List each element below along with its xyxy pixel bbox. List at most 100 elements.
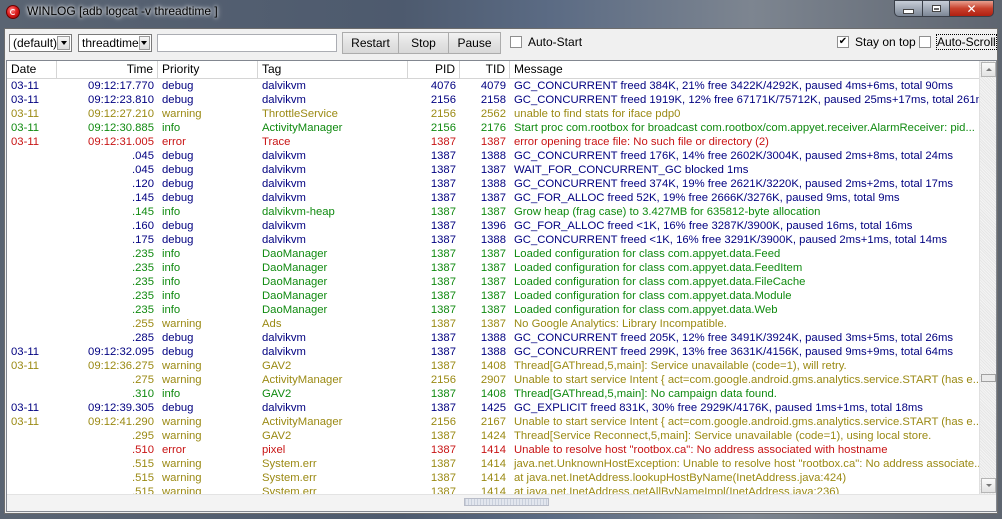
log-row[interactable]: 03-11 09:12:32.095 debug dalvikvm 1387 1388 GC… [7, 345, 980, 359]
log-row[interactable]: .295 warning GAV2 1387 1424 Thread[Service Re… [7, 429, 980, 443]
horizontal-scrollbar[interactable] [7, 494, 996, 511]
format-dropdown[interactable]: threadtime [78, 34, 152, 52]
cell-time: 09:12:17.770 [88, 80, 154, 92]
close-button[interactable]: ✕ [950, 0, 994, 17]
column-tid[interactable]: TID [460, 61, 510, 78]
title-bar[interactable]: WINLOG [adb logcat -v threadtime ] ✕ [0, 0, 1002, 26]
cell-tag: dalvikvm [262, 234, 306, 246]
column-message[interactable]: Message [510, 61, 980, 78]
maximize-button[interactable] [923, 0, 950, 17]
log-row[interactable]: .235 info DaoManager 1387 1387 Loaded configu… [7, 303, 980, 317]
log-row[interactable]: 03-11 09:12:31.005 error Trace 1387 1387 error… [7, 135, 980, 149]
cell-priority: error [162, 444, 186, 456]
cell-date [7, 303, 57, 317]
cell-time: 09:12:36.275 [88, 360, 154, 372]
vertical-scroll-thumb[interactable] [981, 374, 996, 382]
log-row[interactable]: .515 warning System.err 1387 1414 java.net.Un… [7, 457, 980, 471]
column-date[interactable]: Date [7, 61, 57, 78]
cell-tag: DaoManager [262, 248, 328, 260]
auto-start-label: Auto-Start [528, 35, 583, 49]
cell-date [7, 177, 57, 191]
log-row[interactable]: .045 debug dalvikvm 1387 1388 GC_CONCURRENT f… [7, 149, 980, 163]
column-time[interactable]: Time [57, 61, 158, 78]
column-pid[interactable]: PID [408, 61, 460, 78]
filter-dropdown[interactable]: (default) [9, 34, 72, 52]
cell-message: GC_FOR_ALLOC freed <1K, 16% free 3287K/3… [514, 220, 913, 232]
column-priority[interactable]: Priority [158, 61, 258, 78]
chevron-down-icon[interactable] [57, 36, 70, 50]
cell-message: at java.net.InetAddress.lookupHostByName… [514, 472, 847, 484]
cell-pid: 2156 [430, 374, 456, 386]
cell-time: .160 [132, 220, 154, 232]
cell-time: .175 [132, 234, 154, 246]
log-row[interactable]: .045 debug dalvikvm 1387 1387 WAIT_FOR_CONCUR… [7, 163, 980, 177]
cell-time: 09:12:32.095 [88, 346, 154, 358]
log-row[interactable]: .145 info dalvikvm-heap 1387 1387 Grow heap (… [7, 205, 980, 219]
log-row[interactable]: .310 info GAV2 1387 1408 Thread[GAThread,5,ma… [7, 387, 980, 401]
cell-date [7, 219, 57, 233]
chevron-down-icon[interactable] [138, 36, 150, 50]
cell-priority: warning [162, 416, 202, 428]
log-row[interactable]: .285 debug dalvikvm 1387 1388 GC_CONCURRENT f… [7, 331, 980, 345]
pause-button[interactable]: Pause [448, 32, 501, 54]
cell-tid: 2167 [480, 416, 506, 428]
horizontal-scroll-thumb[interactable] [464, 498, 549, 506]
cell-tag: ActivityManager [262, 416, 343, 428]
vertical-scrollbar[interactable] [979, 61, 996, 494]
auto-start-box[interactable] [510, 36, 522, 48]
cell-tid: 1408 [480, 360, 506, 372]
cell-tag: DaoManager [262, 304, 328, 316]
log-row[interactable]: .160 debug dalvikvm 1387 1396 GC_FOR_ALLOC fr… [7, 219, 980, 233]
cell-tid: 1414 [480, 472, 506, 484]
log-list[interactable]: Date Time Priority Tag PID TID Message 0… [6, 60, 997, 512]
log-row[interactable]: .235 info DaoManager 1387 1387 Loaded configu… [7, 247, 980, 261]
log-row[interactable]: 03-11 09:12:27.210 warning ThrottleService 2… [7, 107, 980, 121]
cell-time: .045 [132, 164, 154, 176]
cell-tid: 1388 [480, 346, 506, 358]
log-row[interactable]: .120 debug dalvikvm 1387 1388 GC_CONCURRENT f… [7, 177, 980, 191]
app-logo-icon [6, 5, 20, 19]
log-row[interactable]: .235 info DaoManager 1387 1387 Loaded configu… [7, 275, 980, 289]
scroll-up-icon[interactable] [981, 62, 996, 77]
auto-scroll-checkbox[interactable]: Auto-Scroll [919, 34, 997, 50]
cell-tag: dalvikvm [262, 402, 306, 414]
log-row[interactable]: .255 warning Ads 1387 1387 No Google Analytic… [7, 317, 980, 331]
cell-tid: 2158 [480, 94, 506, 106]
cell-priority: warning [162, 108, 202, 120]
checkmark-icon[interactable]: ✔ [837, 36, 849, 48]
log-row[interactable]: 03-11 09:12:23.810 debug dalvikvm 2156 2158 GC… [7, 93, 980, 107]
search-input[interactable] [157, 34, 337, 52]
cell-time: .235 [132, 290, 154, 302]
cell-tag: ActivityManager [262, 122, 343, 134]
column-tag[interactable]: Tag [258, 61, 408, 78]
cell-pid: 1387 [430, 346, 456, 358]
log-row[interactable]: .275 warning ActivityManager 2156 2907 Unable… [7, 373, 980, 387]
log-row[interactable]: 03-11 09:12:30.885 info ActivityManager 2156… [7, 121, 980, 135]
cell-tid: 1388 [480, 332, 506, 344]
cell-tag: ActivityManager [262, 374, 343, 386]
log-row[interactable]: 03-11 09:12:36.275 warning GAV2 1387 1408 Thre… [7, 359, 980, 373]
cell-message: GC_CONCURRENT freed 176K, 14% free 2602K… [514, 150, 954, 162]
restart-button[interactable]: Restart [342, 32, 399, 54]
log-row[interactable]: .145 debug dalvikvm 1387 1387 GC_FOR_ALLOC fr… [7, 191, 980, 205]
log-row[interactable]: .235 info DaoManager 1387 1387 Loaded configu… [7, 261, 980, 275]
log-row[interactable]: 03-11 09:12:17.770 debug dalvikvm 4076 4079 GC… [7, 79, 980, 93]
log-row[interactable]: .515 warning System.err 1387 1414 at java.net… [7, 471, 980, 485]
auto-start-checkbox[interactable]: Auto-Start [510, 35, 582, 49]
cell-tag: System.err [262, 458, 317, 470]
stay-on-top-checkbox[interactable]: ✔ Stay on top [837, 35, 916, 49]
cell-tag: dalvikvm [262, 94, 306, 106]
stop-button[interactable]: Stop [398, 32, 449, 54]
log-row[interactable]: .510 error pixel 1387 1414 Unable to resolve … [7, 443, 980, 457]
cell-pid: 4076 [430, 80, 456, 92]
log-row[interactable]: 03-11 09:12:41.290 warning ActivityManager 2… [7, 415, 980, 429]
log-row[interactable]: 03-11 09:12:39.305 debug dalvikvm 1387 1425 GC… [7, 401, 980, 415]
log-row[interactable]: .235 info DaoManager 1387 1387 Loaded configu… [7, 289, 980, 303]
cell-tid: 1387 [480, 290, 506, 302]
minimize-button[interactable] [894, 0, 923, 17]
cell-priority: debug [162, 80, 194, 92]
log-row[interactable]: .175 debug dalvikvm 1387 1388 GC_CONCURRENT f… [7, 233, 980, 247]
auto-scroll-box[interactable] [919, 36, 931, 48]
scroll-down-icon[interactable] [981, 478, 996, 493]
cell-tag: GAV2 [262, 388, 292, 400]
